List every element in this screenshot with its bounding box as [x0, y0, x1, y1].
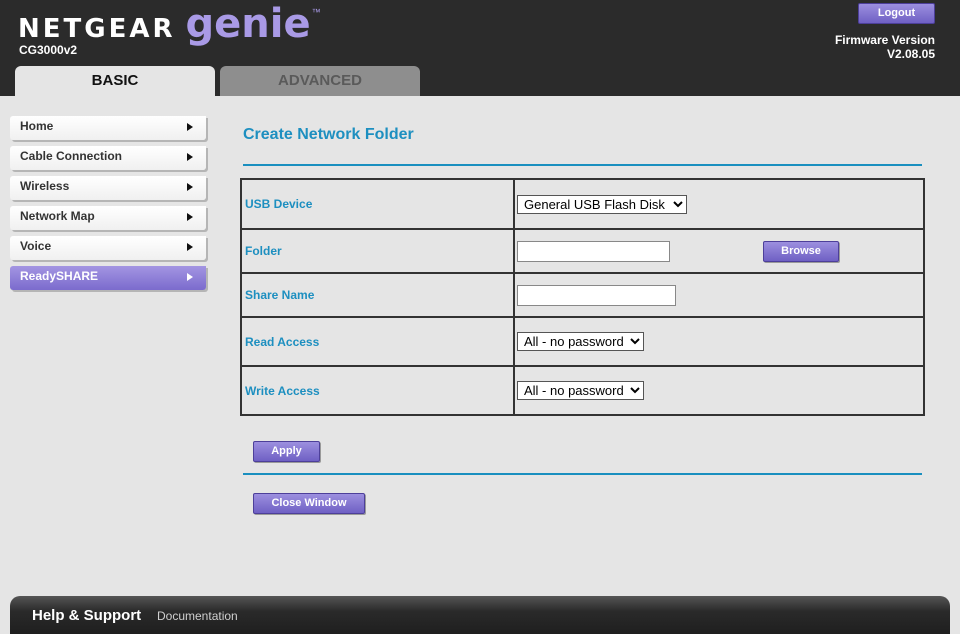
sidebar-item-label: Voice — [20, 239, 52, 253]
form-row-folder: Folder Browse — [240, 228, 925, 274]
write-access-label: Write Access — [240, 365, 515, 416]
folder-cell: Browse — [513, 228, 925, 274]
sidebar: Home Cable Connection Wireless Network M… — [10, 116, 208, 296]
firmware-label: Firmware Version — [834, 33, 935, 47]
arrow-right-icon — [187, 183, 193, 191]
documentation-link[interactable]: Documentation — [157, 609, 238, 623]
product-name: genie — [185, 1, 311, 47]
close-window-button[interactable]: Close Window — [253, 493, 365, 514]
sidebar-item-wireless[interactable]: Wireless — [10, 176, 206, 200]
page-title: Create Network Folder — [243, 126, 414, 143]
sidebar-item-home[interactable]: Home — [10, 116, 206, 140]
help-support-link[interactable]: Help & Support — [32, 607, 141, 624]
sidebar-item-label: Wireless — [20, 179, 70, 193]
write-access-cell: All - no password — [513, 365, 925, 416]
logout-button[interactable]: Logout — [858, 3, 935, 24]
sidebar-item-cable-connection[interactable]: Cable Connection — [10, 146, 206, 170]
read-access-label: Read Access — [240, 316, 515, 367]
header: NETGEAR genie ™ CG3000v2 Logout Firmware… — [0, 0, 960, 96]
arrow-right-icon — [187, 243, 193, 251]
share-name-label: Share Name — [240, 272, 515, 318]
form-row-read-access: Read Access All - no password — [240, 316, 925, 367]
brand-name: NETGEAR — [18, 14, 176, 44]
sidebar-item-network-map[interactable]: Network Map — [10, 206, 206, 230]
form-row-share-name: Share Name — [240, 272, 925, 318]
arrow-right-icon — [187, 123, 193, 131]
folder-label: Folder — [240, 228, 515, 274]
model-name: CG3000v2 — [19, 43, 78, 57]
sidebar-item-label: Cable Connection — [20, 149, 123, 163]
sidebar-item-label: Home — [20, 119, 54, 133]
tab-advanced[interactable]: ADVANCED — [220, 66, 420, 96]
arrow-right-icon — [187, 273, 193, 281]
usb-device-label: USB Device — [240, 178, 515, 230]
read-access-cell: All - no password — [513, 316, 925, 367]
sidebar-item-label: ReadySHARE — [20, 269, 99, 283]
share-name-input[interactable] — [517, 284, 676, 306]
folder-input[interactable] — [517, 240, 670, 262]
sidebar-item-voice[interactable]: Voice — [10, 236, 206, 260]
divider — [243, 473, 922, 475]
share-name-cell — [513, 272, 925, 318]
apply-button[interactable]: Apply — [253, 441, 320, 462]
usb-device-cell: General USB Flash Disk — [513, 178, 925, 230]
sidebar-item-label: Network Map — [20, 209, 95, 223]
arrow-right-icon — [187, 153, 193, 161]
sidebar-item-readyshare[interactable]: ReadySHARE — [10, 266, 206, 290]
network-folder-form: USB Device General USB Flash Disk Folder… — [240, 178, 925, 416]
form-row-usb-device: USB Device General USB Flash Disk — [240, 178, 925, 230]
read-access-select[interactable]: All - no password — [517, 332, 644, 351]
usb-device-select[interactable]: General USB Flash Disk — [517, 194, 687, 214]
divider — [243, 164, 922, 166]
tab-basic[interactable]: BASIC — [15, 66, 215, 96]
form-row-write-access: Write Access All - no password — [240, 365, 925, 416]
write-access-select[interactable]: All - no password — [517, 381, 644, 400]
footer-bar: Help & Support Documentation — [10, 596, 950, 634]
arrow-right-icon — [187, 213, 193, 221]
trademark: ™ — [311, 7, 321, 17]
browse-button[interactable]: Browse — [763, 241, 839, 262]
netgear-genie-logo: NETGEAR genie ™ — [18, 4, 321, 44]
firmware-value: V2.08.05 — [886, 47, 935, 61]
